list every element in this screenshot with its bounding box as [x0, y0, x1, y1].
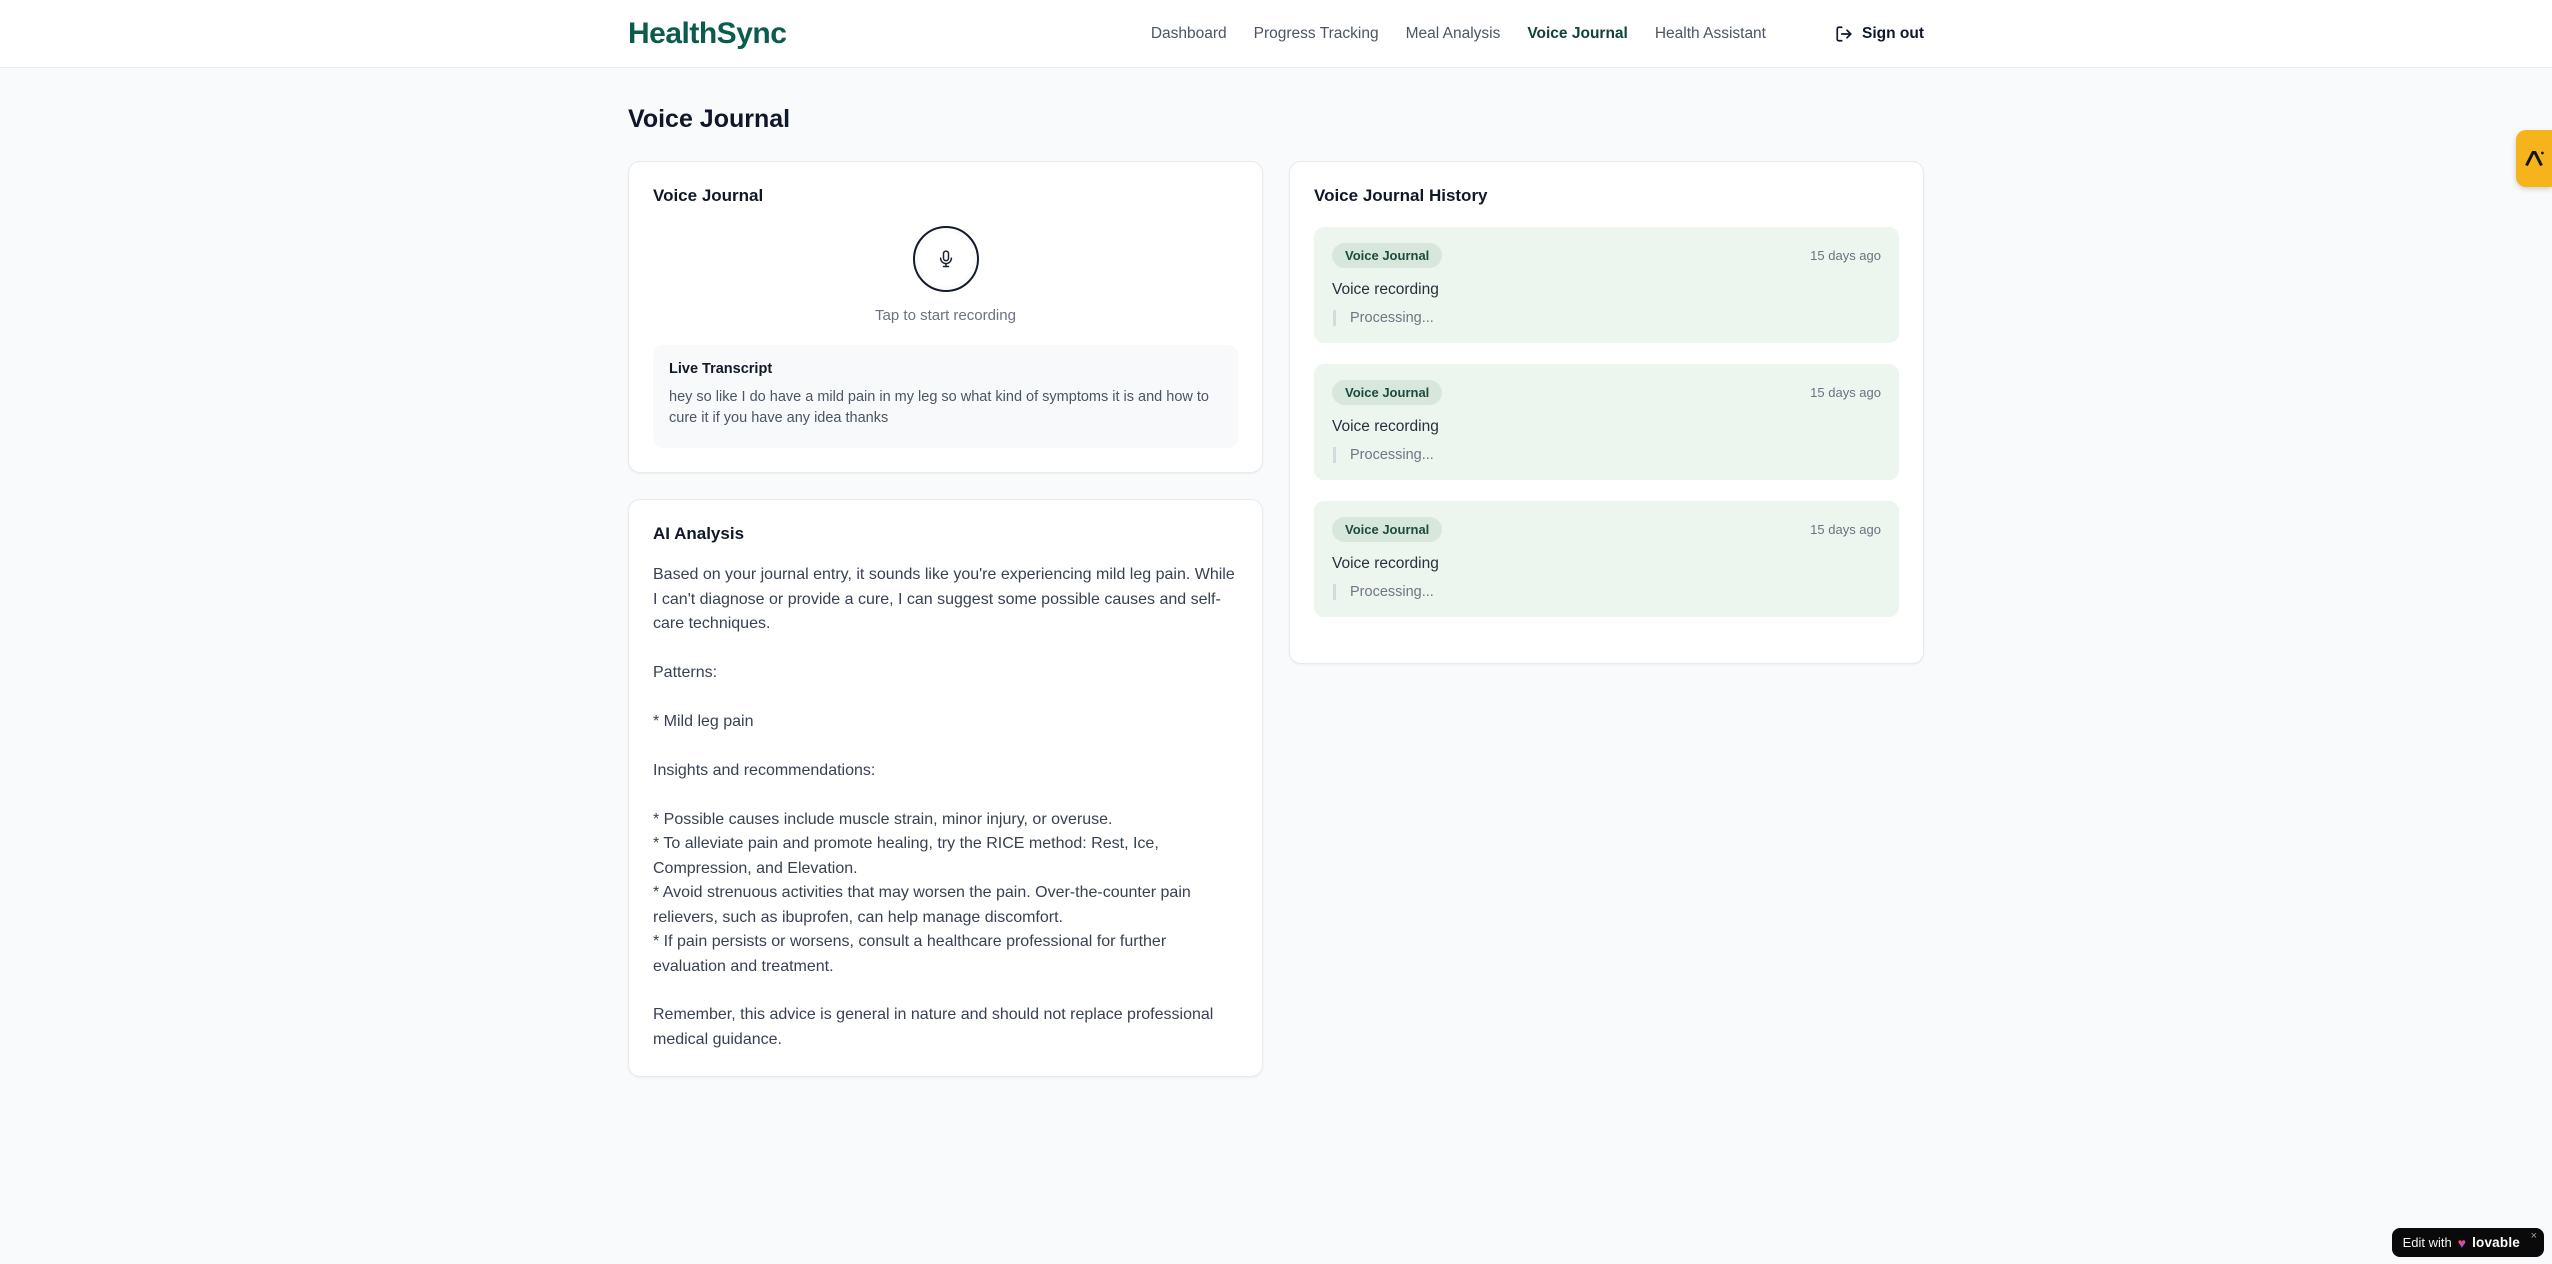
- entry-timestamp: 15 days ago: [1810, 248, 1881, 263]
- microphone-icon: [936, 249, 956, 269]
- ai-analysis-text: Based on your journal entry, it sounds l…: [653, 566, 1235, 1048]
- history-entry[interactable]: Voice Journal 15 days ago Voice recordin…: [1314, 227, 1899, 343]
- ai-analysis-card: AI Analysis Based on your journal entry,…: [628, 499, 1263, 1078]
- lovable-side-badge[interactable]: [2516, 130, 2552, 187]
- left-column: Voice Journal Tap to start recording Liv…: [628, 161, 1263, 1078]
- entry-type-badge: Voice Journal: [1332, 243, 1443, 268]
- nav-item-voice-journal[interactable]: Voice Journal: [1527, 25, 1628, 43]
- history-card-title: Voice Journal History: [1314, 186, 1488, 205]
- nav-item-dashboard[interactable]: Dashboard: [1151, 25, 1227, 43]
- edit-with-label: Edit with: [2402, 1235, 2452, 1250]
- edit-with-lovable-badge[interactable]: Edit with ♥ lovable ×: [2391, 1228, 2544, 1257]
- ai-analysis-title: AI Analysis: [653, 524, 745, 544]
- nav-item-meal-analysis[interactable]: Meal Analysis: [1406, 25, 1501, 43]
- sign-out-label: Sign out: [1862, 25, 1924, 42]
- entry-timestamp: 15 days ago: [1810, 522, 1881, 537]
- live-transcript-text: hey so like I do have a mild pain in my …: [669, 389, 1209, 427]
- main-nav: Dashboard Progress Tracking Meal Analysi…: [1151, 25, 1924, 43]
- history-entry[interactable]: Voice Journal 15 days ago Voice recordin…: [1314, 501, 1899, 617]
- entry-status: Processing...: [1333, 447, 1881, 463]
- nav-item-health-assistant[interactable]: Health Assistant: [1655, 25, 1766, 43]
- sign-out-button[interactable]: Sign out: [1835, 25, 1924, 43]
- entry-type-badge: Voice Journal: [1332, 380, 1443, 405]
- history-entry[interactable]: Voice Journal 15 days ago Voice recordin…: [1314, 364, 1899, 480]
- page-title: Voice Journal: [628, 105, 791, 133]
- record-button[interactable]: [912, 226, 979, 292]
- voice-recorder-card: Voice Journal Tap to start recording Liv…: [628, 161, 1263, 474]
- entry-timestamp: 15 days ago: [1810, 385, 1881, 400]
- live-transcript-box: Live Transcript hey so like I do have a …: [653, 345, 1238, 449]
- main-content: Voice Journal Voice Journal Tap to start…: [628, 68, 1924, 1078]
- entry-title: Voice recording: [1332, 555, 1439, 572]
- tap-to-record-hint: Tap to start recording: [875, 307, 1016, 324]
- voice-journal-history-card: Voice Journal History Voice Journal 15 d…: [1289, 161, 1924, 664]
- entry-type-badge: Voice Journal: [1332, 517, 1443, 542]
- nav-item-progress-tracking[interactable]: Progress Tracking: [1254, 25, 1379, 43]
- entry-title: Voice recording: [1332, 418, 1439, 435]
- recorder-card-title: Voice Journal: [653, 186, 764, 205]
- entry-status: Processing...: [1333, 310, 1881, 326]
- sign-out-icon: [1835, 25, 1853, 43]
- lovable-heart-icon: ♥: [2457, 1234, 2467, 1251]
- brand-logo[interactable]: HealthSync: [628, 17, 787, 51]
- lovable-logo-icon: [2522, 147, 2546, 171]
- app-header: HealthSync Dashboard Progress Tracking M…: [0, 0, 2552, 68]
- live-transcript-title: Live Transcript: [669, 361, 773, 377]
- entry-title: Voice recording: [1332, 281, 1439, 298]
- lovable-brand-label: lovable: [2472, 1235, 2520, 1250]
- right-column: Voice Journal History Voice Journal 15 d…: [1289, 161, 1924, 664]
- entry-status: Processing...: [1333, 584, 1881, 600]
- close-icon[interactable]: ×: [2531, 1230, 2537, 1242]
